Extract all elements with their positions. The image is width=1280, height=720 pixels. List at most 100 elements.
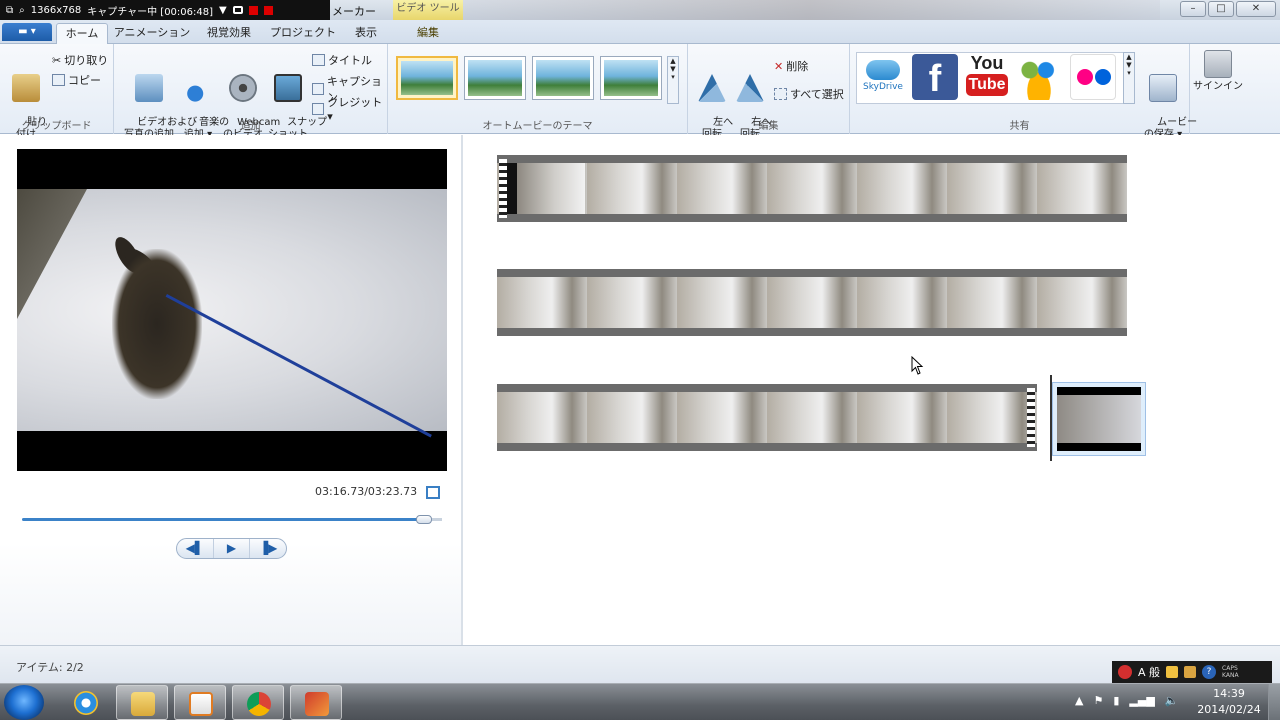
search-icon[interactable]: ⌕	[19, 5, 25, 16]
ime-help-icon[interactable]: ?	[1202, 665, 1217, 679]
youtube-button[interactable]: You Tube	[964, 54, 1010, 100]
select-all-button[interactable]: すべて選択	[774, 86, 844, 102]
video-rabbit	[112, 249, 202, 399]
facebook-button[interactable]: f	[912, 54, 958, 100]
tab-animations[interactable]: アニメーション	[112, 23, 192, 44]
music-note-icon	[184, 74, 212, 102]
title-label: タイトル	[328, 54, 372, 67]
media-player-icon	[189, 692, 213, 716]
mouse-cursor-icon	[911, 356, 924, 375]
signal-icon[interactable]: ▂▄▆	[1129, 694, 1154, 707]
rotate-right-icon	[736, 74, 764, 102]
network-icon[interactable]: ▮	[1113, 694, 1119, 707]
tab-edit[interactable]: 編集	[400, 23, 456, 44]
clip-start-frame	[507, 163, 585, 214]
clip-strip-row-2[interactable]	[497, 269, 1127, 336]
copy-icon	[52, 74, 65, 86]
flickr-button[interactable]	[1070, 54, 1116, 100]
taskbar-media[interactable]	[174, 685, 226, 720]
flag-icon[interactable]: ⚑	[1093, 694, 1103, 707]
seek-bar[interactable]	[22, 518, 442, 521]
tab-visual-effects[interactable]: 視覚効果	[198, 23, 260, 44]
add-group-label: 追加	[240, 121, 261, 132]
cut-label: 切り取り	[64, 54, 109, 67]
ime-icon[interactable]	[1118, 665, 1132, 679]
sign-in-label: サインイン	[1193, 81, 1243, 92]
app-title: メーカー	[332, 5, 376, 18]
video-preview[interactable]	[17, 149, 447, 471]
tab-home[interactable]: ホーム	[56, 23, 108, 44]
maximize-button[interactable]: □	[1208, 1, 1234, 17]
taskbar-chrome[interactable]	[232, 685, 284, 720]
tab-view[interactable]: 表示	[344, 23, 388, 44]
add-group: ビデオおよび 写真の追加 音楽の 追加 ▾ Webcam のビデオ スナップ シ…	[114, 44, 388, 140]
cloud-icon	[866, 60, 900, 80]
copy-button[interactable]: コピー	[52, 72, 101, 88]
theme-fade[interactable]	[532, 56, 594, 100]
theme-cinematic[interactable]	[464, 56, 526, 100]
close-button[interactable]: ✕	[1236, 1, 1276, 17]
caps-indicator: CAPS	[1222, 665, 1238, 672]
preview-pane: 03:16.73/03:23.73 ◀▌ ▶ ▐▶	[0, 135, 463, 645]
seek-thumb[interactable]	[416, 515, 432, 524]
save-movie-icon	[1149, 74, 1177, 102]
film-photo-icon	[135, 74, 163, 102]
show-hidden-icons-icon[interactable]: ▲	[1075, 694, 1083, 707]
clip-start-sprocket	[499, 159, 507, 218]
capture-toolbar[interactable]: ⧉ ⌕ 1366x768 キャプチャー中 [00:06:48] ▼	[0, 0, 330, 20]
clock[interactable]: 14:39 2014/02/24	[1196, 686, 1262, 718]
clip-strip-row-1[interactable]	[497, 155, 1127, 222]
volume-icon[interactable]: 🔈	[1165, 694, 1179, 707]
ime-tools-icon[interactable]	[1184, 666, 1197, 678]
themes-gallery-scroll[interactable]: ▲ ▼ ▾	[667, 56, 679, 104]
app-menu-button[interactable]: ▬ ▾	[2, 23, 52, 41]
tab-project[interactable]: プロジェクト	[268, 23, 338, 44]
taskbar-explorer[interactable]	[116, 685, 168, 720]
theme-pan-zoom[interactable]	[600, 56, 662, 100]
taskbar-internet-explorer[interactable]	[60, 685, 112, 720]
clip-frames	[497, 277, 1127, 328]
clip-strip-row-3[interactable]	[497, 384, 1037, 451]
select-all-icon	[774, 88, 787, 100]
messenger-button[interactable]	[1016, 54, 1062, 100]
ime-mode[interactable]: A 般	[1138, 664, 1160, 680]
select-all-label: すべて選択	[790, 88, 844, 101]
start-button[interactable]	[4, 685, 44, 720]
taskbar-movie-maker[interactable]	[290, 685, 342, 720]
youtube-tube-label: Tube	[966, 74, 1008, 96]
cut-button[interactable]: ✂ 切り取り	[52, 52, 108, 68]
previous-frame-button[interactable]: ◀▌	[177, 539, 214, 558]
share-gallery-scroll[interactable]: ▲ ▼ ▾	[1123, 52, 1135, 104]
camera-icon[interactable]	[232, 6, 243, 14]
window-icon[interactable]: ⧉	[6, 5, 13, 16]
remove-x-icon: ✕	[774, 59, 784, 73]
title-bar-background	[460, 0, 1160, 20]
ime-language-bar[interactable]: A 般 ? CAPS KANA	[1112, 661, 1272, 683]
clip-thumbnail[interactable]	[1052, 382, 1146, 456]
automovie-themes-label: オートムービーのテーマ	[482, 121, 593, 132]
stop-record-icon[interactable]	[263, 5, 273, 15]
play-button[interactable]: ▶	[214, 539, 251, 558]
skydrive-button[interactable]: SkyDrive	[860, 54, 906, 100]
snapshot-icon	[274, 74, 302, 102]
clip-end-sprocket	[1027, 388, 1035, 447]
sign-in-button[interactable]: サインイン	[1192, 50, 1244, 93]
theme-contemporary[interactable]	[396, 56, 458, 100]
clock-time: 14:39	[1213, 687, 1245, 700]
storyboard	[465, 135, 1280, 645]
editing-group-label: 編集	[758, 121, 779, 132]
status-bar: アイテム: 2/2 A 般 ? CAPS KANA	[0, 645, 1280, 683]
next-frame-button[interactable]: ▐▶	[250, 539, 286, 558]
title-bar: ⧉ ⌕ 1366x768 キャプチャー中 [00:06:48] ▼ メーカー ビ…	[0, 0, 1280, 20]
pause-record-icon[interactable]	[248, 5, 258, 15]
remove-button[interactable]: ✕ 削除	[774, 58, 808, 74]
title-button[interactable]: タイトル	[312, 52, 372, 68]
window-controls: – □ ✕	[1180, 1, 1276, 17]
ime-pad-icon[interactable]	[1166, 666, 1179, 678]
caps-kana-indicator: CAPS KANA	[1222, 665, 1239, 679]
show-desktop-button[interactable]	[1268, 684, 1280, 720]
cursor-arrow-shape	[911, 356, 924, 375]
minimize-button[interactable]: –	[1180, 1, 1206, 17]
chevron-down-icon[interactable]: ▼	[219, 5, 227, 16]
fullscreen-icon[interactable]	[426, 486, 440, 499]
